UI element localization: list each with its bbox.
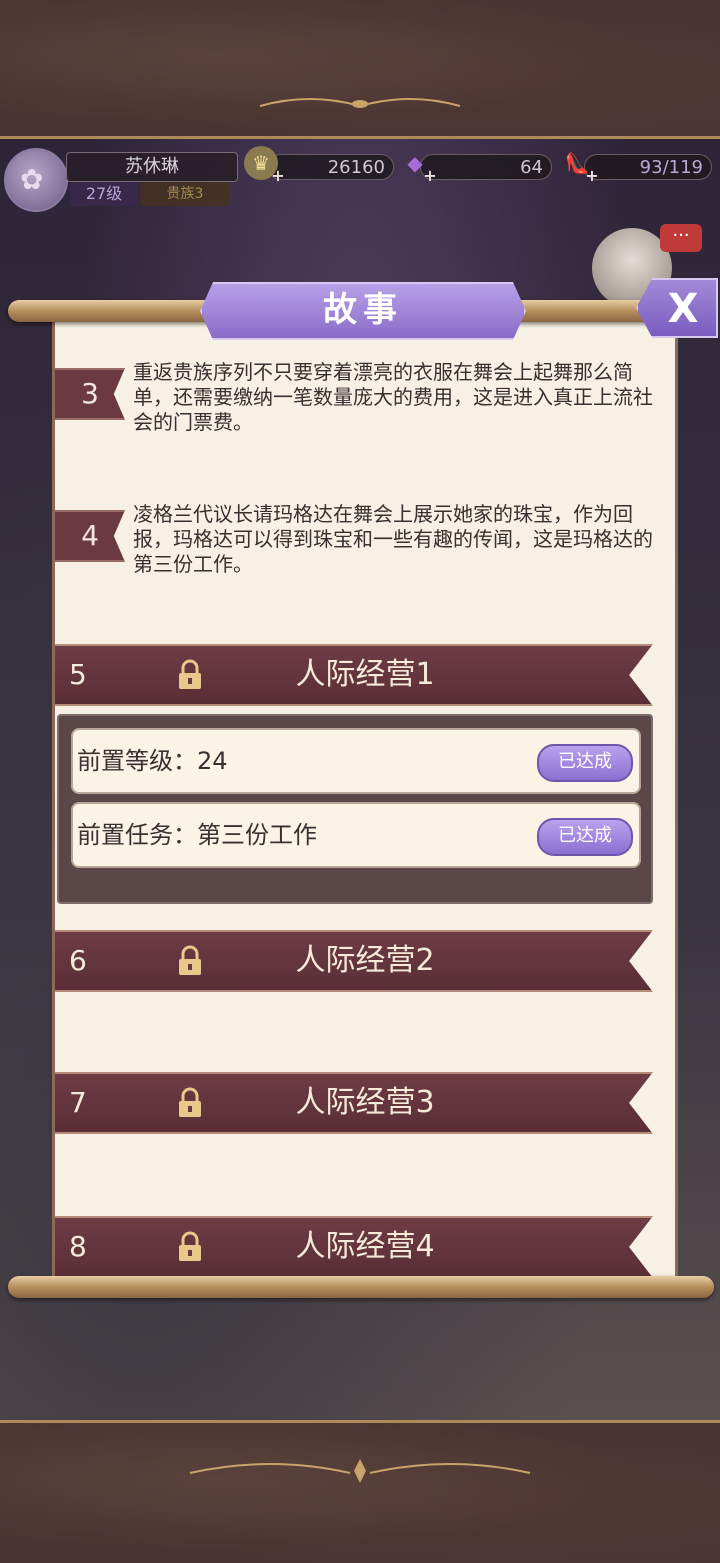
flourish-ornament	[189, 1459, 531, 1483]
noble-rank-badge: 贵族3	[140, 182, 230, 206]
chapter-title: 人际经营2	[295, 943, 435, 978]
story-text: 重返贵族序列不只要穿着漂亮的衣服在舞会上起舞那么简单，还需要缴纳一笔数量庞大的费…	[133, 360, 653, 434]
add-stamina-icon[interactable]: +	[584, 168, 600, 184]
diamond-counter: 64	[420, 154, 552, 180]
chapter-number: 7	[69, 1086, 87, 1119]
story-number: 3	[55, 368, 125, 420]
lock-icon	[179, 945, 201, 975]
stamina-counter: 93/119	[584, 154, 712, 180]
rose-icon: ✿	[20, 163, 44, 196]
requirements-panel: 前置等级：24 已达成 前置任务：第三份工作 已达成	[57, 714, 653, 904]
achieved-badge: 已达成	[537, 818, 633, 856]
chapter-title: 人际经营3	[295, 1085, 435, 1120]
bottom-ornament-band	[0, 1420, 720, 1563]
player-level: 27级	[70, 182, 138, 206]
story-entry: 4 凌格兰代议长请玛格达在舞会上展示她家的珠宝，作为回报，玛格达可以得到珠宝和一…	[55, 502, 675, 592]
add-gold-icon[interactable]: +	[270, 168, 286, 184]
player-hud: ✿ 苏休琳 27级 贵族3 26160 ♛ + 64 ◆ + 93/119 👠 …	[0, 144, 720, 214]
story-entry: 3 重返贵族序列不只要穿着漂亮的衣服在舞会上起舞那么简单，还需要缴纳一笔数量庞大…	[55, 360, 675, 450]
requirement-label: 前置任务：第三份工作	[77, 821, 317, 849]
achieved-badge: 已达成	[537, 744, 633, 782]
chapter-ribbon-8[interactable]: 8 人际经营4	[55, 1216, 653, 1278]
lock-icon	[179, 1087, 201, 1117]
chapter-number: 5	[69, 658, 87, 691]
lock-icon	[179, 659, 201, 689]
close-button[interactable]: X	[636, 278, 718, 338]
chapter-ribbon-7[interactable]: 7 人际经营3	[55, 1072, 653, 1134]
lock-icon	[179, 1231, 201, 1261]
flourish-ornament	[259, 98, 461, 108]
top-ornament-band	[0, 0, 720, 139]
story-scroll-paper: 3 重返贵族序列不只要穿着漂亮的衣服在舞会上起舞那么简单，还需要缴纳一笔数量庞大…	[52, 318, 678, 1278]
chapter-number: 8	[69, 1230, 87, 1263]
player-name: 苏休琳	[66, 152, 238, 182]
player-avatar[interactable]: ✿	[4, 148, 68, 212]
gold-counter: 26160	[268, 154, 394, 180]
requirement-row: 前置等级：24 已达成	[71, 728, 641, 794]
dialog-title: 故事	[200, 282, 526, 340]
story-text: 凌格兰代议长请玛格达在舞会上展示她家的珠宝，作为回报，玛格达可以得到珠宝和一些有…	[133, 502, 653, 576]
chapter-ribbon-6[interactable]: 6 人际经营2	[55, 930, 653, 992]
add-diamond-icon[interactable]: +	[422, 168, 438, 184]
requirement-label: 前置等级：24	[77, 747, 228, 775]
chat-bubble-icon[interactable]: ···	[660, 224, 702, 252]
chapter-title: 人际经营1	[295, 657, 435, 692]
chapter-ribbon-5[interactable]: 5 人际经营1	[55, 644, 653, 706]
requirement-row: 前置任务：第三份工作 已达成	[71, 802, 641, 868]
story-number: 4	[55, 510, 125, 562]
chapter-title: 人际经营4	[295, 1229, 435, 1264]
scroll-rod-bottom	[8, 1276, 714, 1298]
chapter-number: 6	[69, 944, 87, 977]
